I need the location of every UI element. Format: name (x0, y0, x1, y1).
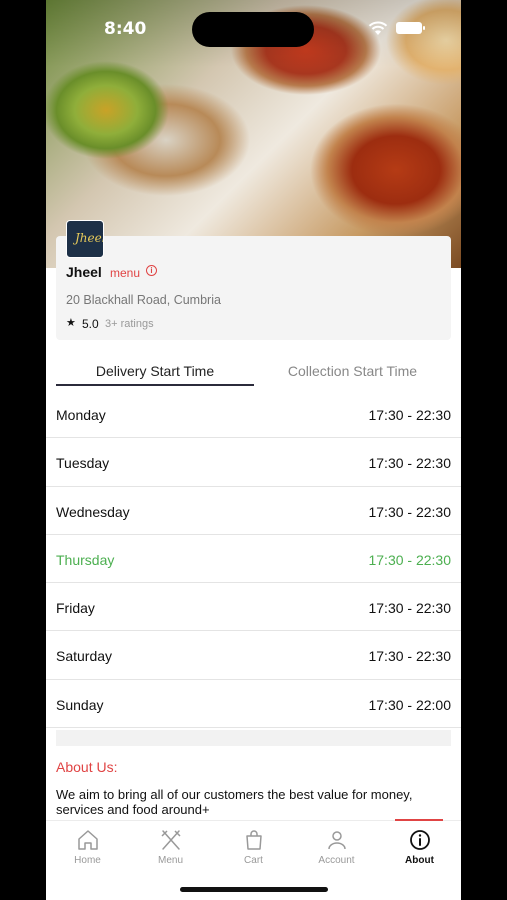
star-icon: ★ (66, 317, 76, 329)
hours-value: 17:30 - 22:30 (368, 551, 451, 568)
rating-count: 3+ ratings (105, 318, 154, 330)
tab-collection-start-time[interactable]: Collection Start Time (254, 356, 451, 386)
person-icon (328, 831, 346, 850)
camera-notch (192, 12, 314, 47)
nav-label: Home (74, 855, 101, 866)
hours-value: 17:30 - 22:30 (368, 648, 451, 665)
info-icon (410, 830, 430, 850)
menu-link[interactable]: menu (110, 266, 140, 280)
day-label: Saturday (56, 648, 113, 665)
schedule-tabs: Delivery Start Time Collection Start Tim… (56, 356, 451, 388)
nav-label: Menu (157, 855, 183, 866)
phone-screen: 8:40 Jheel Jheel menu i 20 Blackhall Roa… (46, 0, 461, 900)
wifi-icon (368, 21, 388, 35)
tab-delivery-start-time[interactable]: Delivery Start Time (56, 356, 254, 386)
schedule-row-friday: Friday 17:30 - 22:30 (46, 583, 461, 632)
schedule-row-saturday: Saturday 17:30 - 22:30 (46, 631, 461, 680)
restaurant-logo: Jheel (66, 220, 104, 258)
status-time: 8:40 (104, 19, 147, 39)
rating-value: 5.0 (82, 317, 99, 331)
restaurant-info-card: Jheel Jheel menu i 20 Blackhall Road, Cu… (56, 220, 451, 340)
schedule-row-monday: Monday 17:30 - 22:30 (46, 390, 461, 439)
restaurant-name: Jheel (66, 264, 102, 280)
nav-label: Cart (244, 855, 263, 866)
day-label: Friday (56, 600, 95, 617)
hours-value: 17:30 - 22:30 (368, 455, 451, 472)
logo-text: Jheel (75, 231, 104, 245)
day-label: Wednesday (56, 503, 130, 520)
about-text: We aim to bring all of our customers the… (56, 787, 413, 817)
day-label: Tuesday (56, 455, 110, 472)
nav-about[interactable]: About (378, 821, 461, 877)
home-indicator (180, 887, 328, 892)
home-icon (78, 830, 98, 850)
section-divider (56, 730, 451, 746)
nav-menu[interactable]: Menu (129, 821, 212, 877)
schedule-row-wednesday: Wednesday 17:30 - 22:30 (46, 487, 461, 535)
nav-home[interactable]: Home (46, 821, 129, 877)
info-circle-icon[interactable]: i (146, 265, 157, 276)
hours-value: 17:30 - 22:30 (368, 407, 451, 423)
hours-value: 17:30 - 22:30 (368, 600, 451, 617)
bag-icon (246, 830, 262, 850)
day-label: Monday (56, 407, 106, 423)
about-title: About Us: (56, 759, 118, 775)
nav-cart[interactable]: Cart (212, 821, 295, 877)
opening-hours-list: Monday 17:30 - 22:30 Tuesday 17:30 - 22:… (46, 390, 461, 729)
day-label: Sunday (56, 696, 104, 713)
nav-label: Account (318, 855, 355, 866)
hours-value: 17:30 - 22:30 (368, 503, 451, 520)
nav-label: About (405, 855, 434, 866)
battery-icon (396, 22, 425, 34)
restaurant-address: 20 Blackhall Road, Cumbria (66, 293, 221, 307)
schedule-row-tuesday: Tuesday 17:30 - 22:30 (46, 438, 461, 487)
schedule-row-thursday: Thursday 17:30 - 22:30 (46, 535, 461, 584)
fork-knife-icon (161, 830, 181, 850)
hours-value: 17:30 - 22:00 (368, 696, 451, 713)
schedule-row-sunday: Sunday 17:30 - 22:00 (46, 680, 461, 729)
nav-account[interactable]: Account (295, 821, 378, 877)
day-label: Thursday (56, 551, 115, 568)
